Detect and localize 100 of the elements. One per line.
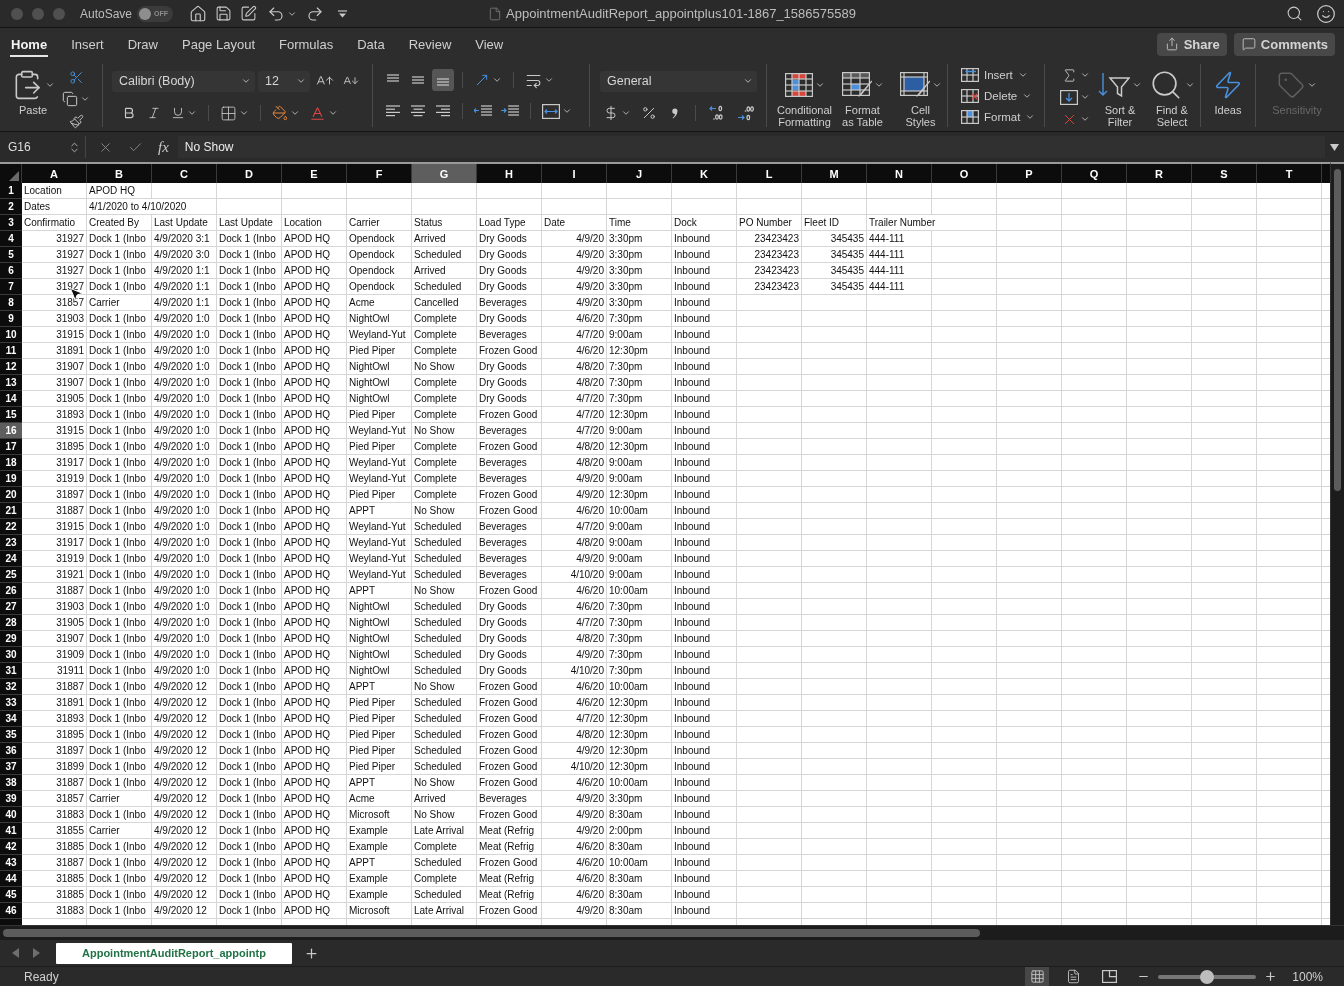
row-header[interactable]: 32 (0, 679, 22, 695)
ribbon-tab[interactable]: Data (356, 31, 386, 57)
row-header[interactable]: 26 (0, 583, 22, 599)
customize-toolbar-button[interactable] (338, 9, 348, 18)
row-header[interactable]: 40 (0, 807, 22, 823)
row-header[interactable]: 25 (0, 567, 22, 583)
paste-button[interactable]: Paste (11, 66, 55, 116)
row-header[interactable]: 35 (0, 727, 22, 743)
row-header[interactable]: 11 (0, 343, 22, 359)
row-header[interactable]: 17 (0, 439, 22, 455)
row-header[interactable]: 28 (0, 615, 22, 631)
row-header[interactable]: 42 (0, 839, 22, 855)
styles-button[interactable]: Conditional Formatting (776, 66, 833, 128)
insert-function-button[interactable]: fx (158, 138, 169, 156)
font-name-dropdown[interactable]: Calibri (Body) (112, 70, 255, 92)
share-button[interactable]: Share (1156, 32, 1227, 56)
scrollbar-thumb[interactable] (1334, 169, 1341, 491)
row-header[interactable]: 12 (0, 359, 22, 375)
row-header[interactable]: 5 (0, 247, 22, 263)
styles-button[interactable]: Cell Styles (892, 66, 949, 128)
formula-input[interactable]: No Show (177, 136, 1325, 158)
font-size-dropdown[interactable]: 12 (258, 70, 310, 92)
row-header[interactable]: 37 (0, 759, 22, 775)
name-box[interactable]: G16 (0, 136, 86, 158)
horizontal-scrollbar[interactable] (0, 925, 1344, 940)
row-header[interactable]: 38 (0, 775, 22, 791)
comments-button[interactable]: Comments (1233, 32, 1335, 56)
row-header[interactable]: 3 (0, 215, 22, 231)
row-header[interactable]: 4 (0, 231, 22, 247)
row-header[interactable]: 44 (0, 871, 22, 887)
row-header[interactable]: 10 (0, 327, 22, 343)
row-header[interactable]: 34 (0, 711, 22, 727)
row-header[interactable]: 43 (0, 855, 22, 871)
row-header[interactable]: 33 (0, 695, 22, 711)
row-header[interactable]: 23 (0, 535, 22, 551)
undo-button[interactable] (267, 4, 298, 23)
edit-button[interactable] (240, 5, 258, 22)
number-format-dropdown[interactable]: General (600, 70, 757, 92)
row-header[interactable]: 13 (0, 375, 22, 391)
plus-icon (303, 945, 319, 961)
cells-command-button[interactable]: Delete (961, 85, 1033, 106)
sheet-tab[interactable]: AppointmentAuditReport_appointp (56, 942, 292, 964)
decrease-decimal-icon (708, 105, 726, 121)
ribbon-tab[interactable]: Insert (70, 31, 105, 57)
row-header[interactable]: 36 (0, 743, 22, 759)
ribbon-tab[interactable]: View (474, 31, 505, 57)
row-header[interactable]: 22 (0, 519, 22, 535)
row-header[interactable]: 9 (0, 311, 22, 327)
cells-command-button[interactable]: Format (961, 106, 1036, 127)
knob-icon (139, 7, 152, 20)
ribbon-tab[interactable]: Review (407, 31, 453, 57)
scrollbar-thumb[interactable] (3, 929, 980, 937)
styles-button[interactable]: Format as Table (834, 66, 891, 128)
window-title: AppointmentAuditReport_appointplus101-1867_1586575589 (506, 6, 856, 21)
vertical-align-button[interactable] (432, 69, 454, 91)
row-header[interactable]: 27 (0, 599, 22, 615)
row-header[interactable]: 8 (0, 295, 22, 311)
editing-button[interactable]: Find & Select (1147, 66, 1197, 128)
column-header[interactable]: G (412, 164, 477, 183)
percent-icon (641, 105, 657, 121)
row-header[interactable]: 6 (0, 263, 22, 279)
row-header[interactable]: 41 (0, 823, 22, 839)
redo-button[interactable] (306, 4, 325, 23)
row-header[interactable]: 18 (0, 455, 22, 471)
row-header[interactable]: 7 (0, 279, 22, 295)
ideas-button[interactable]: Ideas (1207, 66, 1249, 116)
zoom-in-button[interactable] (1264, 970, 1278, 983)
row-header[interactable]: 14 (0, 391, 22, 407)
feedback-button[interactable] (1316, 3, 1336, 24)
row-header[interactable]: 24 (0, 551, 22, 567)
row-header[interactable]: 30 (0, 647, 22, 663)
ribbon-tab[interactable]: Home (10, 31, 49, 57)
editing-button[interactable]: Sort & Filter (1095, 66, 1145, 128)
ribbon-tab[interactable]: Page Layout (181, 31, 256, 57)
next-sheet-button[interactable] (33, 948, 40, 958)
row-header[interactable]: 19 (0, 471, 22, 487)
view-button[interactable] (1025, 967, 1050, 986)
row-header[interactable]: 46 (0, 903, 22, 919)
previous-sheet-button[interactable] (12, 948, 19, 958)
row-header[interactable]: 15 (0, 407, 22, 423)
row-header[interactable]: 31 (0, 663, 22, 679)
row-header[interactable]: 16 (0, 423, 22, 439)
redo-icon (306, 4, 325, 23)
search-button[interactable] (1286, 5, 1303, 22)
row-header[interactable]: 21 (0, 503, 22, 519)
add-sheet-button[interactable] (303, 945, 319, 961)
zoom-slider-thumb[interactable] (1200, 969, 1215, 984)
row-header[interactable]: 1 (0, 183, 22, 199)
ribbon-tab[interactable]: Formulas (278, 31, 335, 57)
row-header[interactable]: 39 (0, 791, 22, 807)
row-header[interactable]: 29 (0, 631, 22, 647)
ribbon-tab[interactable]: Draw (126, 31, 159, 57)
cells-command-button[interactable]: Insert (961, 64, 1028, 85)
row-header[interactable]: 45 (0, 887, 22, 903)
save-button[interactable] (215, 5, 233, 22)
vertical-scrollbar[interactable] (1330, 162, 1344, 925)
row-header[interactable]: 2 (0, 199, 22, 215)
home-button[interactable] (189, 4, 208, 23)
conditional-grid-icon (784, 73, 813, 97)
row-header[interactable]: 20 (0, 487, 22, 503)
